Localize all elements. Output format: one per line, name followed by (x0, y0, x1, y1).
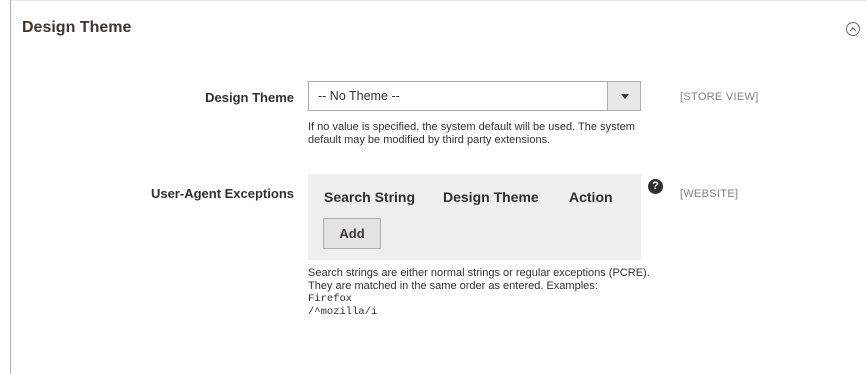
example-mozilla-regex: /^mozilla/i (308, 306, 378, 318)
column-header-search-string: Search String (324, 189, 416, 205)
design-theme-note: If no value is specified, the system def… (308, 121, 635, 146)
website-scope: [WEBSITE] (680, 188, 739, 200)
design-theme-selected-value: -- No Theme -- (318, 89, 400, 103)
design-theme-page: Design Theme Design Theme -- No Theme --… (0, 0, 866, 374)
user-agent-note-text: Search strings are either normal strings… (308, 267, 650, 292)
column-header-design-theme: Design Theme (443, 189, 539, 205)
design-theme-select[interactable]: -- No Theme -- (308, 81, 641, 111)
design-theme-label: Design Theme (205, 90, 294, 105)
dropdown-arrow-icon[interactable] (607, 82, 640, 110)
user-agent-exceptions-table: Search String Design Theme Action Add (308, 174, 641, 260)
section-title[interactable]: Design Theme (22, 19, 131, 37)
user-agent-note: Search strings are either normal strings… (308, 267, 653, 319)
add-button[interactable]: Add (323, 218, 381, 249)
store-view-scope: [STORE VIEW] (680, 91, 759, 103)
question-mark-icon[interactable]: ? (648, 179, 663, 194)
example-firefox: Firefox (308, 293, 353, 305)
user-agent-exceptions-label: User-Agent Exceptions (150, 186, 294, 201)
column-header-action: Action (569, 189, 613, 205)
chevron-up-icon[interactable] (846, 22, 860, 36)
